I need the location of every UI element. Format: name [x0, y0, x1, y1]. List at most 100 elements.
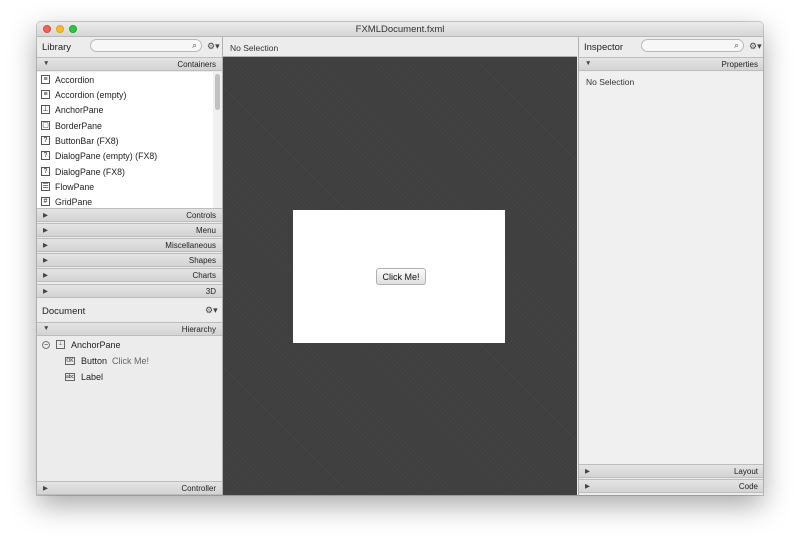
inspector-gear-icon[interactable]: ⚙▾ [749, 41, 762, 52]
inspector-search-input[interactable]: ⌕ [641, 39, 744, 52]
tree-row-label-text: Label [81, 372, 104, 382]
section-shapes[interactable]: ▶ Shapes [37, 253, 222, 267]
list-item[interactable]: # GridPane [41, 197, 92, 208]
section-hierarchy-label: Hierarchy [181, 325, 216, 334]
search-icon: ⌕ [733, 40, 739, 50]
list-item-label: Accordion [55, 75, 95, 85]
expanded-triangle-icon: ▼ [43, 325, 50, 332]
selection-status: No Selection [230, 43, 279, 53]
section-miscellaneous-label: Miscellaneous [165, 241, 216, 250]
collapsed-triangle-icon: ▶ [43, 272, 48, 279]
list-item-label: BorderPane [55, 121, 102, 131]
collapsed-triangle-icon: ▶ [43, 485, 48, 492]
anchorpane-icon: ⊥ [56, 340, 65, 350]
button-icon: OK [65, 356, 75, 365]
section-controller-label: Controller [181, 484, 216, 493]
list-item-label: Accordion (empty) [55, 90, 127, 100]
section-layout[interactable]: ▶ Layout [579, 464, 763, 478]
scrollbar-thumb[interactable] [215, 74, 220, 110]
expanded-triangle-icon: ▼ [585, 60, 592, 67]
section-charts[interactable]: ▶ Charts [37, 268, 222, 282]
collapsed-triangle-icon: ▶ [43, 212, 48, 219]
anchorpane-icon: ⊥ [41, 105, 50, 115]
accordion-icon: ≡ [41, 75, 50, 85]
collapse-icon[interactable]: − [42, 340, 50, 349]
collapsed-triangle-icon: ▶ [43, 257, 48, 264]
library-search-input[interactable]: ⌕ [90, 39, 202, 52]
tree-row-anchorpane[interactable]: − ⊥ AnchorPane [42, 340, 121, 350]
section-menu[interactable]: ▶ Menu [37, 223, 222, 237]
list-item-label: DialogPane (empty) (FX8) [55, 151, 158, 161]
right-panel: Inspector ⌕ ⚙▾ ▼ Properties No Selection… [578, 37, 763, 495]
left-panel: Library ⌕ ⚙▾ ▼ Containers ≡ Accordion ≡ Ac… [37, 37, 223, 495]
list-item[interactable]: ⊥ AnchorPane [41, 105, 103, 120]
list-item-label: GridPane [55, 197, 93, 207]
tree-row-label: AnchorPane [71, 340, 121, 350]
list-item-label: ButtonBar (FX8) [55, 136, 119, 146]
collapsed-triangle-icon: ▶ [585, 483, 590, 490]
section-3d-label: 3D [205, 287, 216, 296]
search-icon: ⌕ [191, 40, 197, 50]
list-item[interactable]: ? DialogPane (FX8) [41, 167, 125, 182]
borderpane-icon: ▢ [41, 121, 50, 131]
library-header: Library ⌕ ⚙▾ [37, 37, 222, 56]
section-shapes-label: Shapes [188, 256, 216, 265]
document-gear-icon[interactable]: ⚙▾ [205, 305, 218, 316]
list-item-label: AnchorPane [55, 105, 104, 115]
library-title: Library [42, 42, 72, 53]
list-item-label: DialogPane (FX8) [55, 167, 125, 177]
selection-bar: No Selection [223, 37, 577, 57]
collapsed-triangle-icon: ▶ [43, 288, 48, 295]
properties-body: No Selection [579, 72, 763, 465]
section-hierarchy[interactable]: ▼ Hierarchy [37, 322, 222, 336]
flowpane-icon: ☰ [41, 182, 50, 192]
app-window: FXMLDocument.fxml Library ⌕ ⚙▾ ▼ Contain… [37, 22, 763, 495]
tree-row-label: Button [81, 356, 108, 366]
tree-row-label[interactable]: abc Label [65, 372, 103, 382]
section-properties[interactable]: ▼ Properties [579, 57, 763, 71]
hierarchy-tree: − ⊥ AnchorPane OK Button Click Me! abc Label [37, 336, 222, 480]
tree-row-sublabel: Click Me! [112, 356, 150, 366]
section-miscellaneous[interactable]: ▶ Miscellaneous [37, 238, 222, 252]
section-containers[interactable]: ▼ Containers [37, 57, 222, 71]
gridpane-icon: # [41, 197, 50, 207]
document-header: Document ⚙▾ [37, 301, 222, 320]
section-code-label: Code [738, 482, 758, 491]
section-controller[interactable]: ▶ Controller [37, 481, 222, 495]
inspector-title: Inspector [584, 42, 624, 53]
click-me-button[interactable]: Click Me! [376, 268, 426, 285]
anchorpane-preview[interactable]: Click Me! [293, 210, 505, 343]
collapsed-triangle-icon: ▶ [43, 242, 48, 249]
unknown-icon: ? [41, 167, 50, 177]
section-3d[interactable]: ▶ 3D [37, 284, 222, 298]
list-item[interactable]: ▢ BorderPane [41, 121, 102, 136]
expanded-triangle-icon: ▼ [43, 60, 50, 67]
section-menu-label: Menu [195, 226, 216, 235]
section-controls[interactable]: ▶ Controls [37, 208, 222, 222]
title-bar: FXMLDocument.fxml [37, 22, 763, 37]
list-item[interactable]: ? ButtonBar (FX8) [41, 136, 119, 151]
list-item[interactable]: ☰ FlowPane [41, 182, 94, 197]
section-properties-label: Properties [721, 60, 758, 69]
section-layout-label: Layout [733, 467, 758, 476]
library-scrollbar[interactable] [213, 72, 222, 208]
content-canvas[interactable]: No Selection Click Me! [223, 37, 577, 495]
label-icon: abc [65, 372, 75, 381]
unknown-icon: ? [41, 151, 50, 161]
document-title: Document [42, 306, 86, 317]
unknown-icon: ? [41, 136, 50, 146]
section-controls-label: Controls [186, 211, 216, 220]
tree-row-button[interactable]: OK Button Click Me! [65, 356, 149, 366]
inspector-header: Inspector ⌕ ⚙▾ [579, 37, 763, 56]
accordion-icon: ≡ [41, 90, 50, 100]
list-item[interactable]: ≡ Accordion (empty) [41, 90, 126, 105]
library-list: ≡ Accordion ≡ Accordion (empty) ⊥ AnchorPan… [37, 72, 213, 208]
collapsed-triangle-icon: ▶ [585, 468, 590, 475]
section-charts-label: Charts [192, 271, 216, 280]
list-item[interactable]: ? DialogPane (empty) (FX8) [41, 151, 157, 166]
section-code[interactable]: ▶ Code [579, 479, 763, 493]
inspector-no-selection: No Selection [586, 77, 635, 87]
window-title: FXMLDocument.fxml [355, 24, 445, 35]
library-gear-icon[interactable]: ⚙▾ [207, 41, 220, 52]
list-item[interactable]: ≡ Accordion [41, 75, 94, 90]
